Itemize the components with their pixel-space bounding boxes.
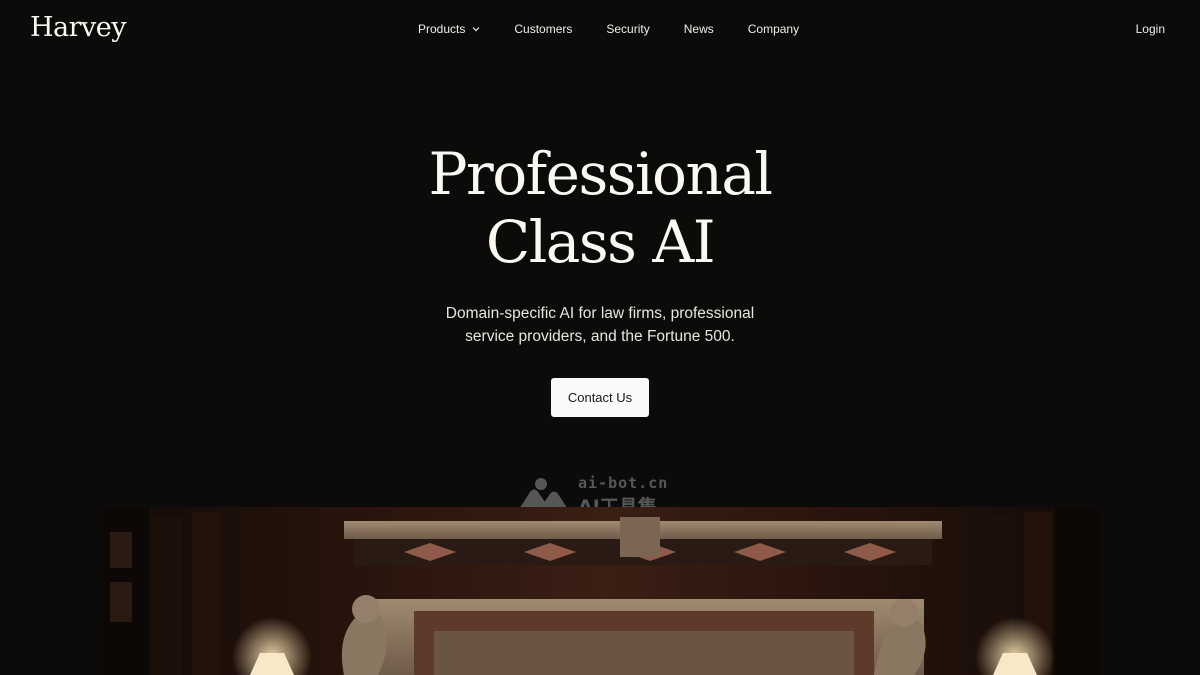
top-navigation: Harvey Products Customers Security News … [0,0,1200,60]
hero-section: Professional Class AI Domain-specific AI… [0,140,1200,417]
nav-item-label: News [683,22,714,36]
nav-item-news[interactable]: News [684,22,714,36]
nav-item-label: Company [747,22,800,36]
hero-subtitle: Domain-specific AI for law firms, profes… [445,305,755,345]
main-menu: Products Customers Security News Company [418,22,799,36]
nav-item-customers[interactable]: Customers [514,22,572,36]
hero-image-library-fireplace [104,507,1100,675]
login-link[interactable]: Login [1136,22,1165,36]
nav-item-label: Products [418,22,466,36]
harvey-logo[interactable]: Harvey [30,12,127,43]
chevron-down-icon [472,25,480,33]
nav-item-company[interactable]: Company [748,22,799,36]
nav-item-label: Security [606,22,650,36]
headline-line-1: Professional [428,140,773,208]
hero-headline: Professional Class AI [340,140,860,276]
nav-item-products[interactable]: Products [418,22,480,36]
nav-item-security[interactable]: Security [606,22,649,36]
contact-us-button[interactable]: Contact Us [551,378,649,417]
nav-item-label: Customers [514,22,573,36]
headline-line-2: Class AI [485,208,716,276]
watermark-text-line-1: ai-bot.cn [578,474,669,492]
